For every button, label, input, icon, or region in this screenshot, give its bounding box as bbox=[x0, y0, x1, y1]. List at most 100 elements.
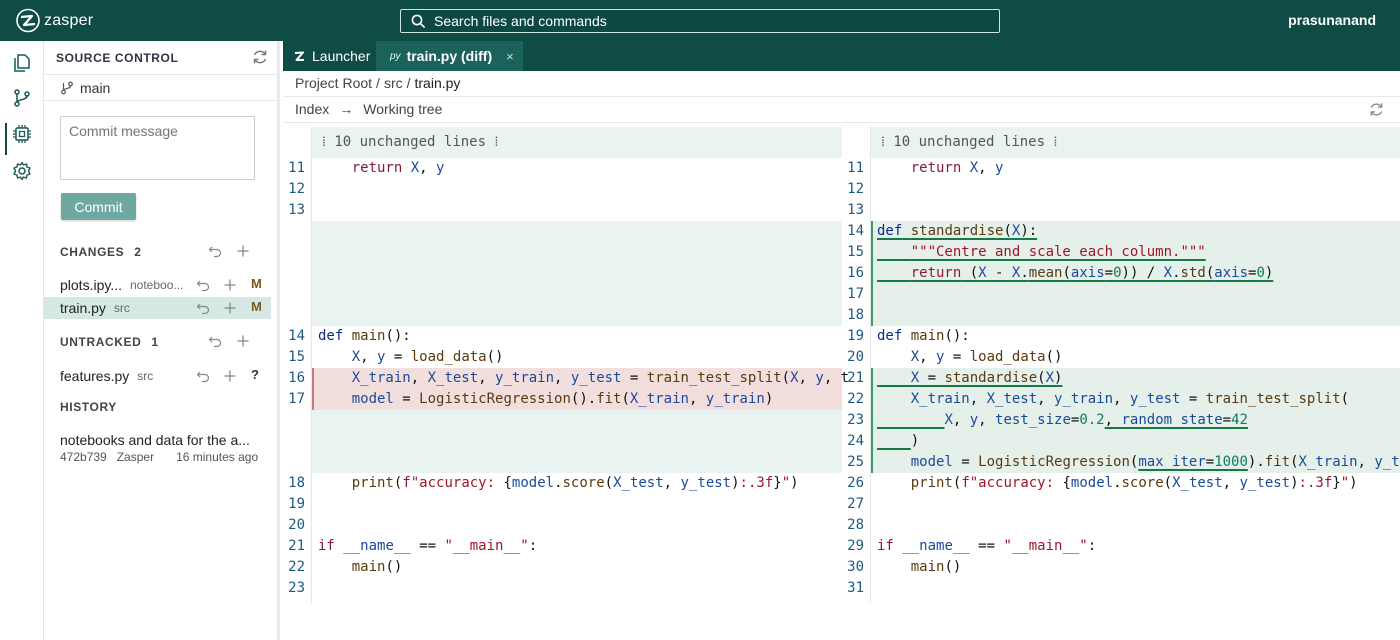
source-control-panel: SOURCE CONTROL main Commit CHANGES 2 plo… bbox=[44, 41, 280, 640]
code-line: X, y = load_data() bbox=[910, 349, 1063, 365]
python-file-icon: py bbox=[390, 50, 401, 62]
search-icon bbox=[411, 14, 426, 28]
commit-meta: 472b739 Zasper 16 minutes ago bbox=[60, 450, 258, 464]
commit-button[interactable]: Commit bbox=[61, 193, 136, 220]
diff-original-pane[interactable]: ⁞ 10 unchanged lines ⁞ 11 12 13 14 15 16… bbox=[283, 127, 849, 603]
code-line: model = LogisticRegression(max_iter=1000… bbox=[910, 454, 1400, 470]
line-number: 22 bbox=[847, 391, 864, 407]
history-header: HISTORY bbox=[60, 400, 117, 414]
diff-modified-pane[interactable]: ⁞ 10 unchanged lines ⁞ 11 12 13 14 15 16… bbox=[842, 127, 1400, 603]
line-number: 29 bbox=[847, 538, 864, 554]
row-actions bbox=[196, 301, 237, 315]
collapsed-unchanged-lines[interactable]: ⁞ 10 unchanged lines ⁞ bbox=[871, 127, 1400, 158]
line-number: 27 bbox=[847, 496, 864, 512]
tab-label: train.py (diff) bbox=[406, 48, 493, 64]
line-number: 14 bbox=[288, 328, 305, 344]
commit-message[interactable]: notebooks and data for the a... bbox=[60, 432, 260, 448]
commit-message-input[interactable] bbox=[60, 116, 255, 180]
discard-icon[interactable] bbox=[196, 301, 210, 315]
line-number: 24 bbox=[847, 433, 864, 449]
line-number: 11 bbox=[288, 160, 305, 176]
breadcrumb-file[interactable]: train.py bbox=[415, 75, 461, 91]
file-name: train.py bbox=[60, 300, 106, 316]
file-dir: noteboo... bbox=[130, 278, 184, 292]
line-number: 12 bbox=[847, 181, 864, 197]
refresh-icon[interactable] bbox=[251, 48, 269, 66]
zasper-logo-icon bbox=[294, 51, 304, 61]
untracked-file-row[interactable]: features.py src ? bbox=[44, 365, 271, 387]
branch-selector[interactable]: main bbox=[44, 74, 280, 101]
line-number: 12 bbox=[288, 181, 305, 197]
branch-name: main bbox=[80, 79, 111, 96]
code-line: if __name__ == "__main__": bbox=[877, 538, 1097, 554]
line-number: 18 bbox=[847, 307, 864, 323]
search-placeholder: Search files and commands bbox=[434, 13, 607, 29]
code-line: def standardise(X): bbox=[877, 223, 1038, 239]
search-box[interactable]: Search files and commands bbox=[400, 9, 1000, 33]
code-line: X = standardise(X) bbox=[910, 370, 1063, 386]
code-line: model = LogisticRegression().fit(X_train… bbox=[351, 391, 774, 407]
line-number: 25 bbox=[847, 454, 864, 470]
untracked-header[interactable]: UNTRACKED 1 bbox=[60, 335, 159, 349]
row-actions bbox=[196, 369, 237, 383]
line-number: 30 bbox=[847, 559, 864, 575]
arrow-icon: → bbox=[339, 101, 354, 117]
refresh-icon[interactable] bbox=[1368, 101, 1385, 118]
discard-icon[interactable] bbox=[196, 369, 210, 383]
stage-all-icon[interactable] bbox=[236, 244, 250, 258]
file-name: features.py bbox=[60, 368, 130, 384]
compare-from: Index bbox=[295, 101, 330, 117]
line-number: 17 bbox=[288, 391, 305, 407]
gear-icon[interactable] bbox=[12, 161, 32, 181]
line-number: 16 bbox=[288, 370, 305, 386]
code-line: print(f"accuracy: {model.score(X_test, y… bbox=[910, 475, 1358, 491]
changed-file-row[interactable]: plots.ipy... noteboo... M bbox=[44, 274, 271, 296]
diff-spacer bbox=[312, 410, 842, 473]
tab-launcher[interactable]: Launcher bbox=[283, 41, 376, 71]
line-number: 14 bbox=[847, 223, 864, 239]
stage-icon[interactable] bbox=[223, 278, 237, 292]
line-number: 16 bbox=[847, 265, 864, 281]
zasper-logo-icon bbox=[16, 8, 40, 33]
code-line: print(f"accuracy: {model.score(X_test, y… bbox=[351, 475, 799, 491]
commit-hash: 472b739 bbox=[60, 450, 107, 464]
diff-spacer bbox=[312, 221, 842, 326]
breadcrumb-sep: / bbox=[376, 75, 380, 91]
line-number: 21 bbox=[847, 370, 864, 386]
line-number: 22 bbox=[288, 559, 305, 575]
breadcrumb: Project Root / src / train.py bbox=[295, 75, 460, 91]
active-indicator bbox=[5, 123, 7, 155]
source-control-icon[interactable] bbox=[12, 88, 32, 108]
chip-icon[interactable] bbox=[12, 124, 32, 144]
code-line: def main(): bbox=[318, 328, 411, 344]
app-logo[interactable]: zasper bbox=[16, 8, 93, 33]
line-number: 15 bbox=[847, 244, 864, 260]
discard-icon[interactable] bbox=[196, 278, 210, 292]
status-badge: M bbox=[251, 276, 262, 291]
code-line: ) bbox=[910, 433, 920, 449]
discard-all-icon[interactable] bbox=[208, 334, 222, 348]
branch-icon bbox=[61, 81, 73, 94]
close-icon[interactable]: × bbox=[506, 49, 514, 64]
discard-all-icon[interactable] bbox=[208, 244, 222, 258]
changes-header[interactable]: CHANGES 2 bbox=[60, 245, 142, 259]
line-number: 31 bbox=[847, 580, 864, 596]
line-number: 17 bbox=[847, 286, 864, 302]
divider bbox=[283, 96, 1400, 97]
source-control-title: SOURCE CONTROL bbox=[56, 51, 179, 65]
changed-file-row-selected[interactable]: train.py src M bbox=[44, 297, 271, 319]
line-number: 19 bbox=[847, 328, 864, 344]
collapsed-unchanged-lines[interactable]: ⁞ 10 unchanged lines ⁞ bbox=[312, 127, 842, 158]
commit-time: 16 minutes ago bbox=[176, 450, 259, 464]
stage-icon[interactable] bbox=[223, 301, 237, 315]
stage-icon[interactable] bbox=[223, 369, 237, 383]
line-number: 26 bbox=[847, 475, 864, 491]
tab-bar: Launcher py train.py (diff) × bbox=[283, 41, 1400, 71]
stage-all-icon[interactable] bbox=[236, 334, 250, 348]
code-line: main() bbox=[351, 559, 403, 575]
breadcrumb-root[interactable]: Project Root bbox=[295, 75, 372, 91]
files-icon[interactable] bbox=[12, 53, 32, 73]
breadcrumb-dir[interactable]: src bbox=[384, 75, 403, 91]
user-name[interactable]: prasunanand bbox=[1288, 12, 1376, 28]
tab-train-diff[interactable]: py train.py (diff) × bbox=[376, 41, 523, 71]
